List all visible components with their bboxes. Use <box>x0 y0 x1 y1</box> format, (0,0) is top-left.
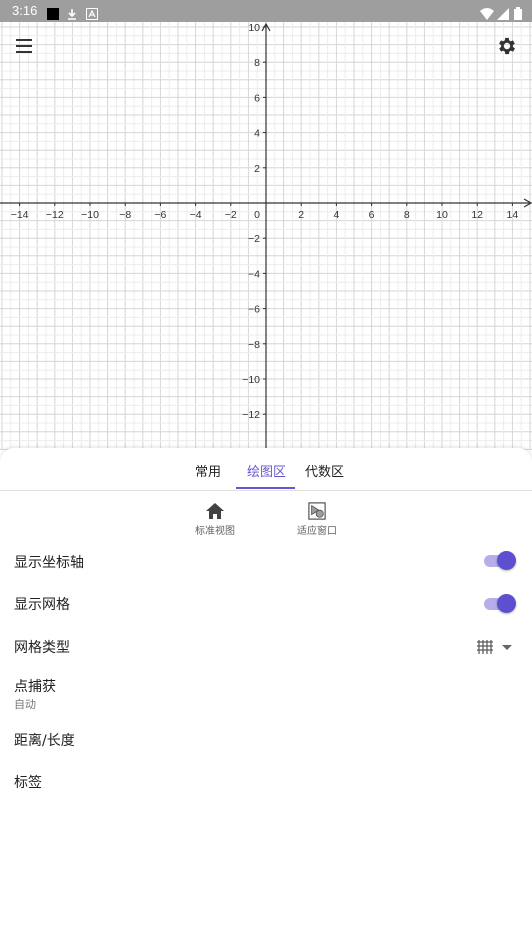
standard-view-label: 标准视图 <box>195 526 235 537</box>
x-tick-label: −14 <box>11 209 29 221</box>
app-notification-icon <box>86 5 98 20</box>
x-tick-label: −8 <box>119 209 131 221</box>
y-tick-label: 8 <box>254 57 260 69</box>
labels-row[interactable]: 标签 <box>0 760 532 802</box>
y-tick-label: −4 <box>248 268 260 280</box>
x-tick-label: −12 <box>46 209 64 221</box>
show-grid-label: 显示网格 <box>14 597 70 613</box>
settings-button[interactable] <box>496 35 518 57</box>
y-tick-label: 2 <box>254 163 260 175</box>
wifi-icon <box>480 5 494 20</box>
y-tick-label: −10 <box>242 374 260 386</box>
x-tick-label: 10 <box>436 209 448 221</box>
y-tick-label: 10 <box>248 22 260 34</box>
y-tick-label: 4 <box>254 128 260 140</box>
x-tick-label: 2 <box>298 209 304 221</box>
tab-bar: 常用 绘图区 代数区 <box>0 448 532 491</box>
show-grid-toggle[interactable] <box>484 593 516 615</box>
x-tick-label: −6 <box>154 209 166 221</box>
signal-icon <box>497 5 509 20</box>
point-capture-row[interactable]: 点捕获 自动 <box>0 668 532 716</box>
labels-label: 标签 <box>14 775 42 791</box>
x-tick-label: −2 <box>225 209 237 221</box>
x-tick-label: −10 <box>81 209 99 221</box>
x-tick-label: 14 <box>507 209 519 221</box>
graphics-view[interactable]: −14 −12 −10 −8 −6 −4 −2 2 4 6 8 10 12 14 10 8 6 4 2 −2 −4 −6 −… <box>0 22 532 450</box>
status-time: 3:16 <box>12 3 38 18</box>
show-grid-row[interactable]: 显示网格 <box>0 582 532 624</box>
point-capture-label: 点捕获 <box>14 679 56 695</box>
show-axes-row[interactable]: 显示坐标轴 <box>0 540 532 582</box>
x-tick-label: 4 <box>333 209 339 221</box>
x-tick-label: −4 <box>190 209 202 221</box>
fit-window-button[interactable]: 适应窗口 <box>292 502 342 537</box>
show-axes-label: 显示坐标轴 <box>14 555 84 571</box>
notification-square-icon <box>47 5 59 20</box>
grid-type-row[interactable]: 网格类型 <box>0 625 532 667</box>
origin-label: 0 <box>254 209 260 221</box>
standard-view-button[interactable]: 标准视图 <box>190 502 240 537</box>
y-tick-label: −8 <box>248 339 260 351</box>
y-tick-label: −12 <box>242 409 260 421</box>
distance-row[interactable]: 距离/长度 <box>0 718 532 760</box>
grid-type-dropdown[interactable] <box>476 637 516 657</box>
grid-type-label: 网格类型 <box>14 640 70 656</box>
zoom-to-fit-icon <box>308 502 326 520</box>
settings-sheet: 常用 绘图区 代数区 标准视图 适应窗口 显示坐标轴 显示网格 网格类型 点捕获… <box>0 448 532 945</box>
show-axes-toggle[interactable] <box>484 550 516 572</box>
tab-graphics[interactable]: 绘图区 <box>247 461 286 480</box>
dropdown-arrow-icon <box>502 645 512 650</box>
tab-basic[interactable]: 常用 <box>195 461 221 480</box>
tab-algebra[interactable]: 代数区 <box>305 461 344 480</box>
tab-indicator <box>236 487 295 489</box>
home-icon <box>206 503 224 519</box>
y-tick-label: −2 <box>248 233 260 245</box>
gear-icon <box>499 37 515 55</box>
status-bar: 3:16 <box>0 0 532 22</box>
y-tick-label: −6 <box>248 304 260 316</box>
point-capture-value: 自动 <box>14 698 36 711</box>
battery-icon <box>514 5 522 20</box>
coordinate-plane[interactable]: −14 −12 −10 −8 −6 −4 −2 2 4 6 8 10 12 14 10 8 6 4 2 −2 −4 −6 −… <box>0 22 532 450</box>
download-icon <box>66 5 78 20</box>
x-tick-label: 8 <box>404 209 410 221</box>
hamburger-icon <box>16 39 32 53</box>
x-tick-label: 6 <box>369 209 375 221</box>
menu-button[interactable] <box>14 36 36 56</box>
x-tick-label: 12 <box>471 209 483 221</box>
y-tick-label: 6 <box>254 92 260 104</box>
grid-icon <box>477 640 493 654</box>
distance-label: 距离/长度 <box>14 733 75 749</box>
fit-window-label: 适应窗口 <box>297 526 337 537</box>
